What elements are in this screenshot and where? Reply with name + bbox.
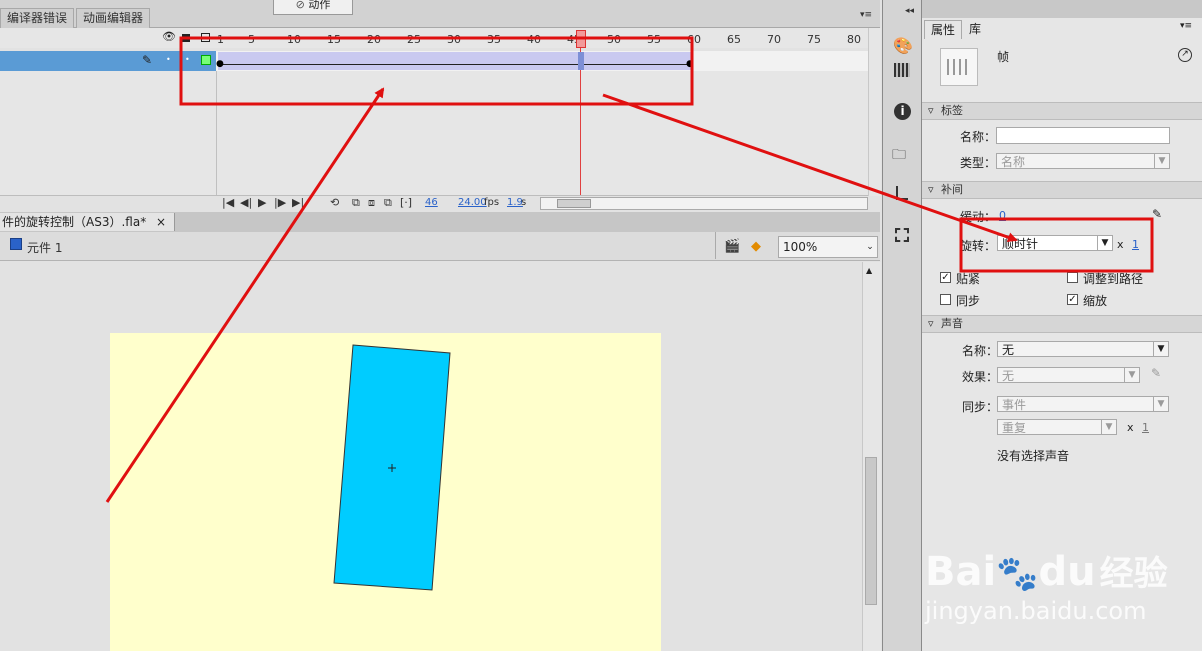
annotation-arrow-stage — [105, 87, 385, 503]
annotation-overlay — [105, 36, 1154, 503]
annotation-arrow-rotate — [602, 93, 1018, 243]
annotation-box-timeline — [179, 36, 694, 106]
annotation-box-rotate — [959, 217, 1154, 273]
